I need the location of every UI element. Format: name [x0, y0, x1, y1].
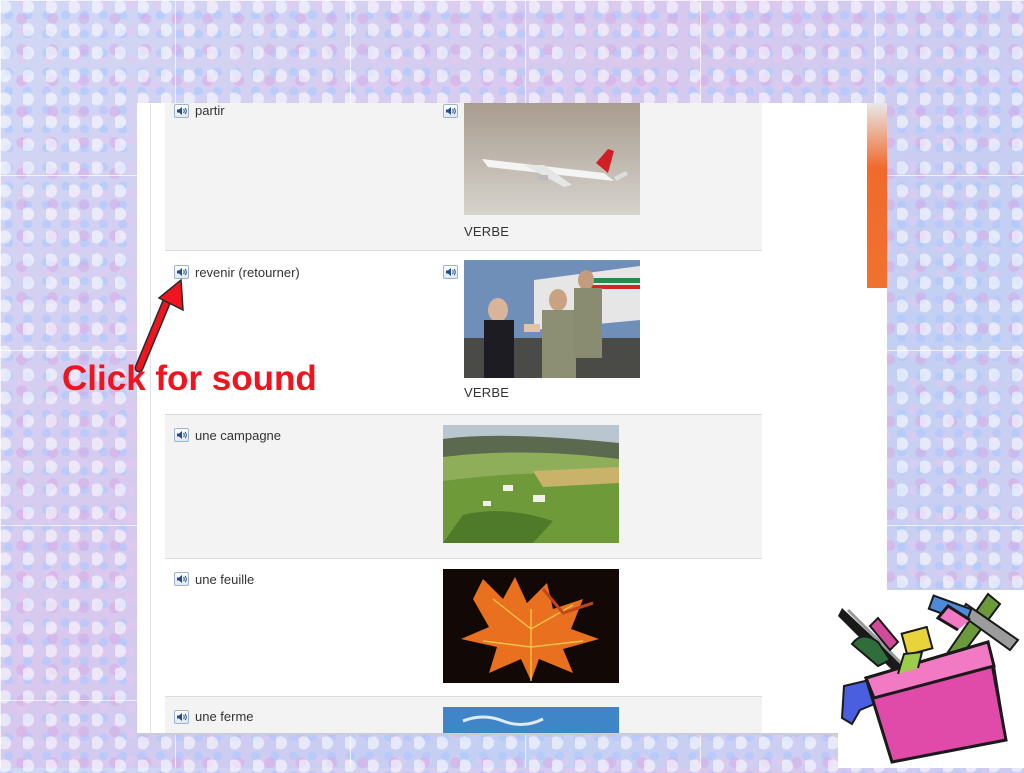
word-type-tag: VERBE — [464, 224, 510, 239]
list-item: une campagne — [165, 415, 762, 559]
list-item: une ferme — [165, 697, 762, 733]
vocab-list: partir VERBE revenir (retourner) VERBE u… — [165, 103, 762, 733]
farm-photo — [443, 707, 619, 733]
list-item: une feuille — [165, 559, 762, 697]
word-label: une campagne — [195, 428, 282, 443]
advert-glyph — [873, 183, 887, 197]
vocab-screenshot: partir VERBE revenir (retourner) VERBE u… — [137, 103, 887, 735]
word-label: une feuille — [195, 572, 255, 587]
list-item: partir VERBE — [165, 103, 762, 251]
word-label: une ferme — [195, 709, 254, 724]
speaker-icon[interactable] — [443, 265, 458, 279]
left-border — [150, 103, 151, 733]
speaker-icon[interactable] — [174, 572, 189, 586]
click-for-sound-callout: Click for sound — [62, 359, 317, 398]
word-label: revenir (retourner) — [195, 265, 300, 280]
speaker-icon[interactable] — [443, 104, 458, 118]
word-label: partir — [195, 103, 225, 118]
leaf-photo — [443, 569, 619, 683]
word-type-tag: VERBE — [464, 385, 510, 400]
side-advert-strip — [867, 103, 887, 288]
speaker-icon[interactable] — [174, 104, 189, 118]
speaker-icon[interactable] — [174, 710, 189, 724]
toolbox-clipart-icon — [838, 590, 1024, 768]
speaker-icon[interactable] — [174, 428, 189, 442]
airplane-photo — [464, 103, 640, 215]
soldiers-photo — [464, 260, 640, 378]
countryside-photo — [443, 425, 619, 543]
